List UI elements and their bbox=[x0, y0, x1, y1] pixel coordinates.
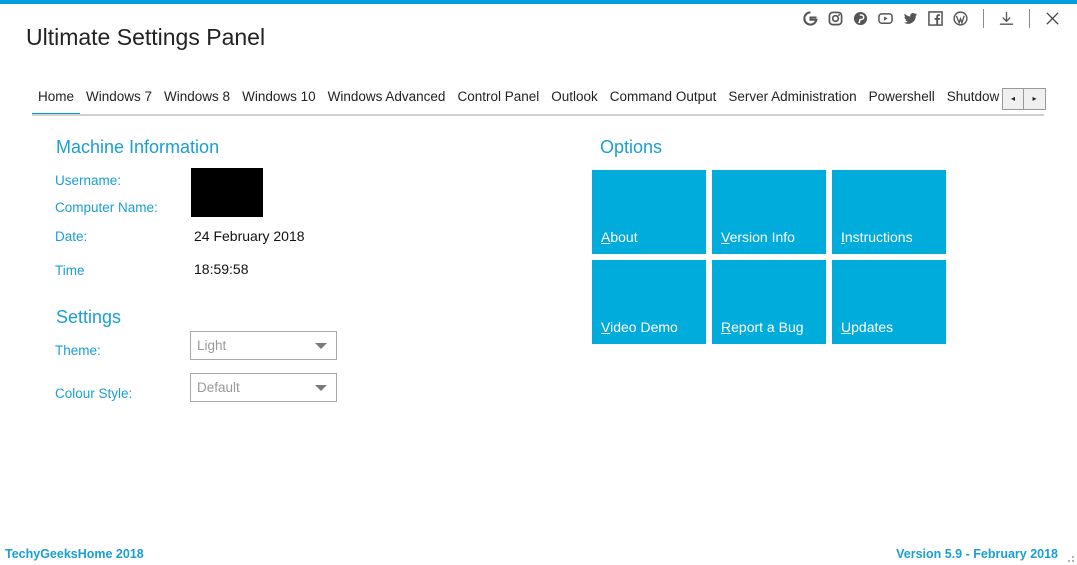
theme-label: Theme: bbox=[55, 343, 101, 358]
twitter-icon[interactable] bbox=[902, 10, 919, 27]
tab-windows-advanced[interactable]: Windows Advanced bbox=[322, 86, 452, 114]
app-title: Ultimate Settings Panel bbox=[26, 24, 266, 50]
chevron-down-icon bbox=[315, 343, 327, 349]
tab-command-output[interactable]: Command Output bbox=[604, 86, 723, 114]
close-icon[interactable] bbox=[1044, 10, 1061, 27]
tab-bar: Home Windows 7 Windows 8 Windows 10 Windows … bbox=[32, 86, 1046, 116]
version-info-tile[interactable]: Version Info bbox=[712, 170, 826, 254]
redacted-machine-details bbox=[191, 168, 263, 217]
colour-style-dropdown-value: Default bbox=[197, 380, 240, 395]
toolbar-separator bbox=[983, 8, 984, 28]
tab-shutdown-options[interactable]: Shutdown Options bbox=[941, 86, 1000, 114]
instagram-icon[interactable] bbox=[827, 10, 844, 27]
toolbar-separator bbox=[1029, 8, 1030, 28]
tab-outlook[interactable]: Outlook bbox=[545, 86, 604, 114]
youtube-icon[interactable] bbox=[877, 10, 894, 27]
tab-powershell[interactable]: Powershell bbox=[863, 86, 941, 114]
instructions-tile[interactable]: Instructions bbox=[832, 170, 946, 254]
window-accent-bar bbox=[0, 0, 1077, 4]
about-tile-label: About bbox=[601, 229, 638, 245]
version-info-tile-label: Version Info bbox=[721, 229, 795, 245]
download-icon[interactable] bbox=[998, 10, 1015, 27]
resize-grip-icon[interactable] bbox=[1065, 553, 1075, 563]
date-label: Date: bbox=[55, 229, 88, 244]
chevron-down-icon bbox=[315, 385, 327, 391]
machine-information-heading: Machine Information bbox=[56, 137, 220, 157]
tab-scroll-left-button[interactable]: ◂ bbox=[1002, 88, 1024, 110]
tab-scroll-right-button[interactable]: ▸ bbox=[1024, 88, 1046, 110]
video-demo-tile[interactable]: Video Demo bbox=[592, 260, 706, 344]
theme-dropdown-value: Light bbox=[197, 338, 227, 353]
time-value: 18:59:58 bbox=[194, 261, 249, 277]
tab-home[interactable]: Home bbox=[32, 86, 81, 114]
username-label: Username: bbox=[55, 173, 122, 188]
tab-windows-10[interactable]: Windows 10 bbox=[236, 86, 322, 114]
computer-name-label: Computer Name: bbox=[55, 200, 158, 215]
tab-windows-8[interactable]: Windows 8 bbox=[158, 86, 236, 114]
colour-style-label: Colour Style: bbox=[55, 386, 133, 401]
pinterest-icon[interactable] bbox=[852, 10, 869, 27]
tab-server-administration[interactable]: Server Administration bbox=[722, 86, 862, 114]
facebook-icon[interactable] bbox=[927, 10, 944, 27]
settings-heading: Settings bbox=[56, 307, 122, 327]
options-heading: Options bbox=[600, 137, 663, 157]
colour-style-dropdown[interactable]: Default bbox=[190, 373, 337, 402]
title-bar-icons bbox=[798, 7, 1065, 29]
google-icon[interactable] bbox=[802, 10, 819, 27]
instructions-tile-label: Instructions bbox=[841, 229, 913, 245]
tab-control-panel[interactable]: Control Panel bbox=[451, 86, 545, 114]
about-tile[interactable]: About bbox=[592, 170, 706, 254]
footer-copyright[interactable]: TechyGeeksHome 2018 bbox=[5, 547, 144, 561]
time-label: Time bbox=[55, 263, 85, 278]
footer-version: Version 5.9 - February 2018 bbox=[896, 547, 1058, 561]
tab-windows-7[interactable]: Windows 7 bbox=[80, 86, 158, 114]
video-demo-tile-label: Video Demo bbox=[601, 319, 678, 335]
tab-scroll-buttons: ◂ ▸ bbox=[1002, 88, 1046, 110]
report-a-bug-tile[interactable]: Report a Bug bbox=[712, 260, 826, 344]
report-a-bug-tile-label: Report a Bug bbox=[721, 319, 804, 335]
theme-dropdown[interactable]: Light bbox=[190, 331, 337, 360]
tab-strip: Home Windows 7 Windows 8 Windows 10 Windows … bbox=[32, 86, 1000, 114]
date-value: 24 February 2018 bbox=[194, 228, 305, 244]
updates-tile-label: Updates bbox=[841, 319, 894, 335]
updates-tile[interactable]: Updates bbox=[832, 260, 946, 344]
wordpress-icon[interactable] bbox=[952, 10, 969, 27]
